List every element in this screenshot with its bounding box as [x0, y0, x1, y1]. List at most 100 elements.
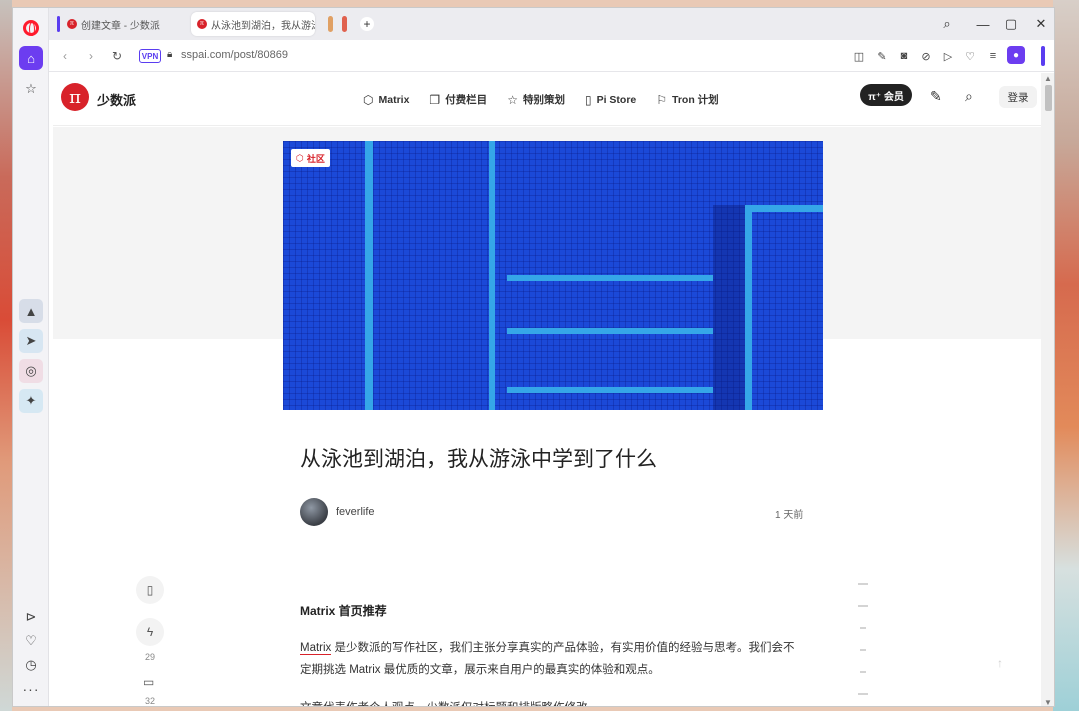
- page-scrollbar[interactable]: ▲ ▼: [1041, 73, 1054, 706]
- paragraph-text: 是少数派的写作社区，我们主张分享真实的产品体验，有实用价值的经验与思考。我们会不…: [300, 642, 795, 676]
- site-logo-icon[interactable]: π: [61, 83, 89, 111]
- member-button[interactable]: π⁺ 会员: [860, 84, 912, 106]
- easy-setup-icon[interactable]: ≡: [985, 48, 1001, 64]
- search-icon[interactable]: ⌕: [965, 88, 973, 105]
- twitter-icon[interactable]: ✦: [19, 389, 43, 413]
- mobile-read-button[interactable]: ▯: [136, 576, 164, 604]
- site-name[interactable]: 少数派: [97, 90, 136, 109]
- community-tag-label: 社区: [306, 153, 325, 164]
- tab-island-pill[interactable]: [328, 16, 333, 32]
- tab-island-pill[interactable]: [342, 16, 347, 32]
- nav-label: Pi Store: [596, 93, 637, 106]
- instagram-icon[interactable]: ◎: [19, 359, 43, 383]
- charge-count: 29: [144, 652, 155, 662]
- desktop-background-left: [0, 0, 12, 711]
- reader-icon[interactable]: ◫: [851, 48, 867, 64]
- author-avatar[interactable]: [300, 498, 328, 526]
- special-plan-icon: ☆: [507, 92, 518, 107]
- nav-label: Tron 计划: [672, 94, 719, 106]
- toc-marker[interactable]: [860, 649, 866, 651]
- nav-label: 特别策划: [522, 94, 565, 106]
- send-icon[interactable]: ▷: [940, 48, 956, 64]
- comment-count: 32: [144, 696, 155, 706]
- toc-marker[interactable]: [858, 605, 868, 607]
- favorite-icon[interactable]: ♡: [962, 48, 978, 64]
- comment-icon[interactable]: ▭: [143, 675, 154, 689]
- profile-icon[interactable]: ●: [1007, 46, 1025, 64]
- author-name[interactable]: feverlife: [336, 506, 375, 518]
- tab-search-icon[interactable]: ⌕: [937, 14, 957, 34]
- forward-icon[interactable]: ›: [81, 46, 101, 66]
- player-icon[interactable]: ⊳: [19, 605, 43, 629]
- paid-column-icon: ❐: [429, 92, 441, 107]
- maximize-icon[interactable]: ▢: [1001, 14, 1021, 34]
- aria-ai-icon[interactable]: ▲: [19, 299, 43, 323]
- article-paragraph: 文章代表作者个人观点，少数派仅对标题和排版略作修改。: [300, 697, 800, 706]
- article-title: 从泳池到湖泊，我从游泳中学到了什么: [300, 448, 657, 471]
- tron-icon: ⚐: [656, 92, 668, 107]
- toc-marker[interactable]: [858, 693, 868, 695]
- nav-item-special-plan[interactable]: ☆ 特别策划: [507, 92, 565, 107]
- charge-button[interactable]: ϟ: [136, 618, 164, 646]
- nav-label: Matrix: [378, 93, 410, 106]
- pi-store-icon: ▯: [584, 92, 592, 107]
- community-icon: ⬡: [296, 152, 304, 163]
- pool-lane-line: [745, 205, 823, 212]
- tab-current-article[interactable]: π 从泳池到湖泊，我从游泳: [191, 12, 315, 36]
- adblock-icon[interactable]: ⊘: [918, 48, 934, 64]
- sidebar-toggle-indicator: [1041, 46, 1045, 66]
- close-icon[interactable]: ✕: [1031, 14, 1051, 34]
- vpn-badge[interactable]: VPN: [139, 49, 161, 63]
- matrix-icon: ⬡: [363, 92, 374, 107]
- pinboard-icon[interactable]: ☆: [19, 77, 43, 101]
- community-tag[interactable]: ⬡ 社区: [291, 149, 330, 167]
- toc-marker[interactable]: [860, 671, 866, 673]
- back-icon[interactable]: ‹: [55, 46, 75, 66]
- site-nav: ⬡ Matrix ❐ 付费栏目 ☆ 特别策划 ▯ Pi Store ⚐ Tron…: [363, 92, 739, 107]
- pool-step-line: [507, 387, 713, 393]
- page-viewport: π 少数派 ⬡ Matrix ❐ 付费栏目 ☆ 特别策划 ▯ Pi Store: [53, 73, 1041, 706]
- home-icon[interactable]: ⌂: [19, 46, 43, 70]
- pool-step-line: [507, 275, 713, 281]
- minimize-icon[interactable]: —: [973, 14, 993, 34]
- pool-lane-line: [365, 141, 373, 410]
- article-paragraph: Matrix 是少数派的写作社区，我们主张分享真实的产品体验，有实用价值的经验与…: [300, 637, 800, 681]
- edit-icon[interactable]: ✎: [874, 48, 890, 64]
- toc-marker[interactable]: [858, 583, 868, 585]
- telegram-icon[interactable]: ➤: [19, 329, 43, 353]
- back-to-top-icon[interactable]: ↑: [997, 656, 1003, 670]
- tab-create-article[interactable]: π 创建文章 - 少数派: [55, 12, 185, 36]
- nav-label: 付费栏目: [445, 94, 488, 106]
- scroll-up-icon[interactable]: ▲: [1044, 74, 1052, 83]
- hero-image: ⬡ 社区: [283, 141, 823, 410]
- site-header: π 少数派 ⬡ Matrix ❐ 付费栏目 ☆ 特别策划 ▯ Pi Store: [53, 73, 1041, 126]
- pool-step-shadow: [713, 205, 749, 410]
- camera-icon[interactable]: ◙: [896, 48, 912, 64]
- url-field[interactable]: sspai.com/post/80869: [181, 49, 288, 61]
- toc-marker[interactable]: [860, 627, 866, 629]
- scroll-down-icon[interactable]: ▼: [1044, 698, 1052, 706]
- login-button[interactable]: 登录: [999, 86, 1037, 108]
- tab-title: 从泳池到湖泊，我从游泳: [211, 20, 315, 32]
- pool-lane-line: [489, 141, 495, 410]
- lock-icon[interactable]: 🔒︎: [167, 49, 172, 60]
- pool-step-line: [507, 328, 713, 334]
- new-tab-button[interactable]: +: [360, 17, 374, 31]
- heart-icon[interactable]: ♡: [19, 629, 43, 653]
- sspai-favicon-icon: π: [197, 19, 207, 29]
- nav-item-matrix[interactable]: ⬡ Matrix: [363, 92, 409, 107]
- post-time: 1 天前: [775, 510, 804, 521]
- write-icon[interactable]: ✎: [930, 88, 942, 105]
- matrix-link[interactable]: Matrix: [300, 642, 332, 655]
- nav-item-paid-column[interactable]: ❐ 付费栏目: [429, 92, 487, 107]
- section-heading: Matrix 首页推荐: [300, 604, 387, 618]
- opera-logo-icon[interactable]: [23, 20, 39, 36]
- reload-icon[interactable]: ↻: [107, 46, 127, 66]
- history-icon[interactable]: ◷: [19, 653, 43, 677]
- scroll-thumb[interactable]: [1045, 85, 1052, 111]
- nav-item-pi-store[interactable]: ▯ Pi Store: [585, 92, 636, 107]
- more-icon[interactable]: ···: [19, 677, 43, 701]
- sspai-favicon-icon: π: [67, 19, 77, 29]
- nav-item-tron[interactable]: ⚐ Tron 计划: [656, 92, 718, 107]
- browser-window: ⌂ ☆ ▲ ➤ ◎ ✦ ⊳ ♡ ◷ ··· π 创建文章 - 少数派 π 从泳池…: [12, 7, 1055, 707]
